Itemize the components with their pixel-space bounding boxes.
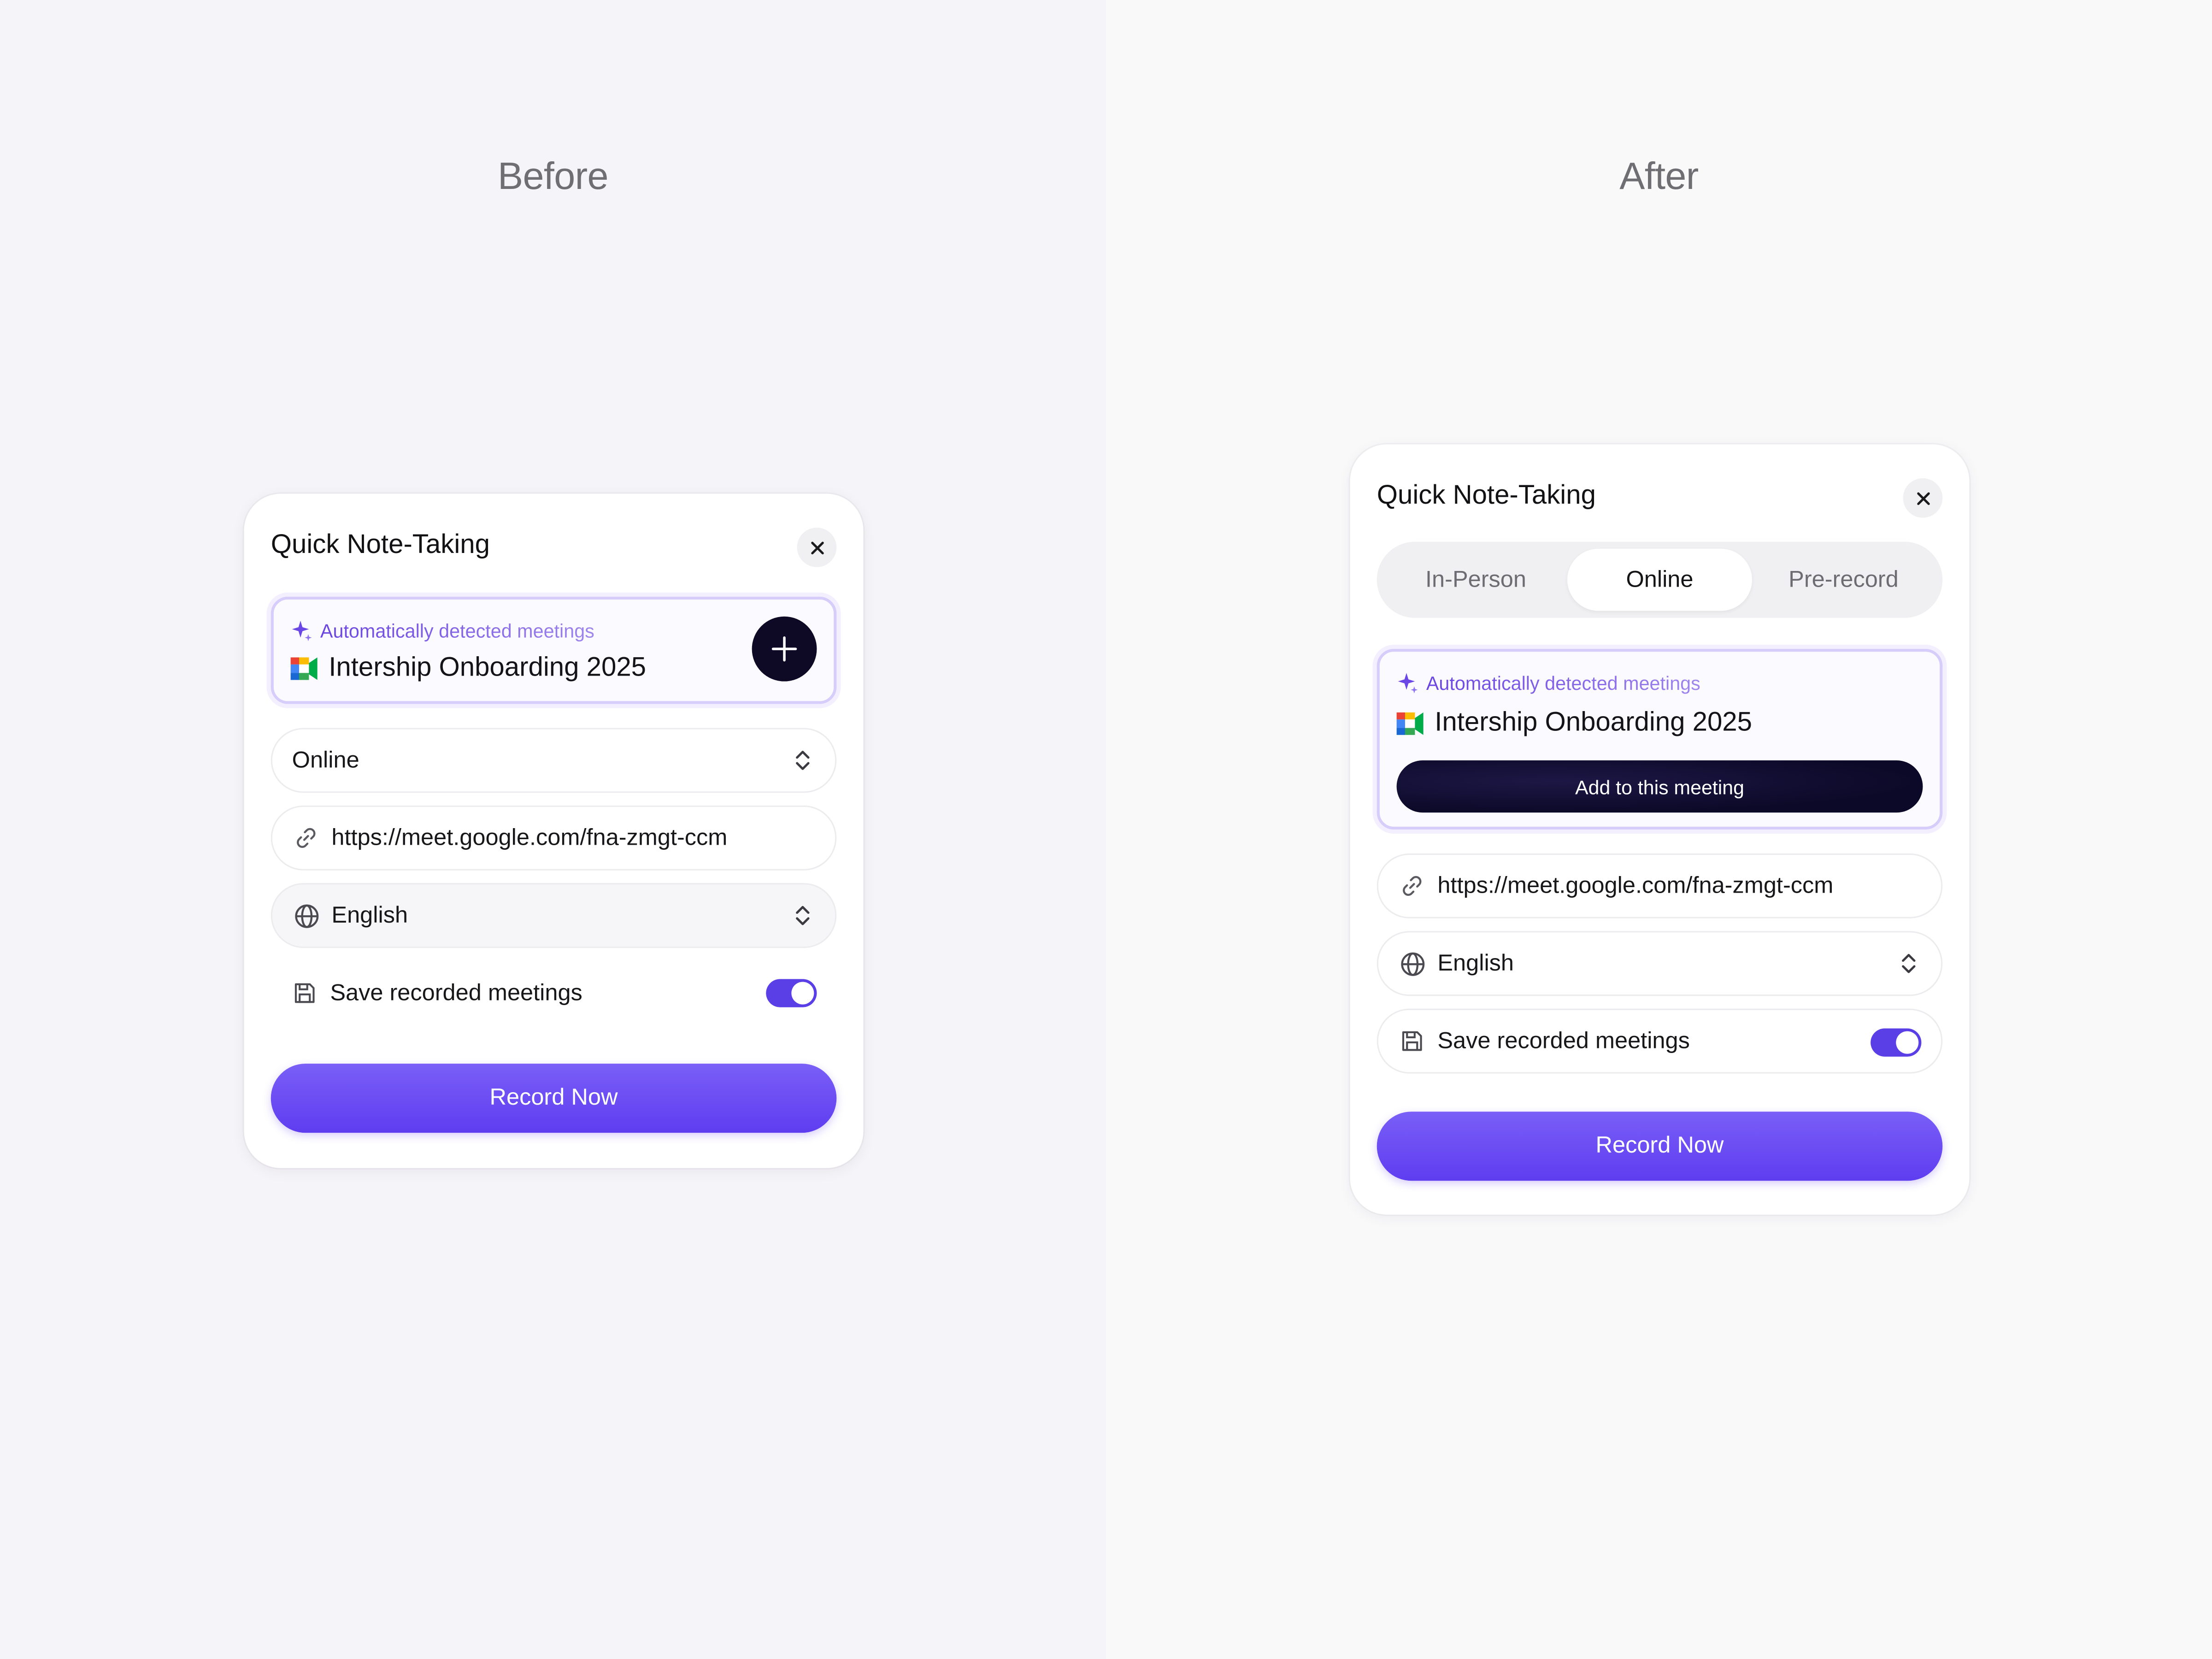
toggle-knob	[1896, 1031, 1919, 1054]
before-caption: Before	[498, 155, 608, 198]
quick-note-card-after: Quick Note-Taking In-Person Online Pre-r…	[1350, 444, 1970, 1215]
tab-online[interactable]: Online	[1567, 548, 1752, 611]
language-value: English	[1437, 950, 1514, 976]
globe-icon	[1398, 949, 1426, 977]
save-recorded-row: Save recorded meetings	[1377, 1008, 1943, 1074]
google-meet-icon	[1396, 712, 1424, 735]
close-button[interactable]	[1903, 478, 1943, 518]
chevron-updown-icon	[796, 751, 810, 770]
save-recorded-label: Save recorded meetings	[330, 980, 582, 1006]
sparkle-icon	[292, 620, 312, 641]
card-title: Quick Note-Taking	[1377, 481, 1596, 511]
google-meet-icon	[290, 657, 318, 680]
link-icon	[1398, 872, 1426, 900]
toggle-knob	[791, 982, 814, 1005]
add-meeting-plus-button[interactable]	[752, 616, 817, 682]
meeting-mode-select[interactable]: Online	[271, 728, 837, 793]
record-now-button[interactable]: Record Now	[1377, 1112, 1943, 1181]
close-button[interactable]	[797, 527, 837, 567]
save-icon	[1398, 1027, 1426, 1055]
chevron-updown-icon	[796, 906, 810, 925]
language-select[interactable]: English	[1377, 931, 1943, 996]
close-icon	[810, 541, 824, 554]
detected-label: Automatically detected meetings	[291, 619, 594, 642]
link-icon	[292, 824, 320, 852]
meeting-mode-tabs: In-Person Online Pre-record	[1377, 541, 1943, 618]
meeting-link-value: https://meet.google.com/fna-zmgt-ccm	[1437, 872, 1834, 898]
card-title: Quick Note-Taking	[271, 530, 490, 560]
record-now-button[interactable]: Record Now	[271, 1064, 837, 1133]
save-recorded-row: Save recorded meetings	[271, 961, 837, 1026]
save-recorded-toggle[interactable]	[766, 979, 817, 1007]
save-icon	[291, 979, 319, 1007]
after-panel: After Quick Note-Taking In-Person Online…	[1106, 0, 2212, 1659]
close-icon	[1916, 491, 1930, 505]
save-recorded-label: Save recorded meetings	[1437, 1028, 1690, 1053]
language-value: English	[331, 902, 408, 928]
sparkle-icon	[1398, 673, 1418, 694]
meeting-mode-value: Online	[292, 747, 359, 773]
globe-icon	[292, 901, 320, 930]
detected-label: Automatically detected meetings	[1397, 671, 1700, 694]
tab-in-person[interactable]: In-Person	[1384, 549, 1568, 611]
save-recorded-toggle[interactable]	[1871, 1028, 1922, 1057]
quick-note-card-before: Quick Note-Taking Automatically detected…	[244, 494, 864, 1168]
tab-pre-record[interactable]: Pre-record	[1752, 549, 1936, 611]
chevron-updown-icon	[1902, 953, 1916, 973]
detected-meeting-box: Automatically detected meetings Intershi…	[271, 596, 837, 704]
after-caption: After	[1619, 155, 1699, 198]
meeting-link-field[interactable]: https://meet.google.com/fna-zmgt-ccm	[1377, 853, 1943, 918]
detected-meeting-name: Intership Onboarding 2025	[1396, 708, 1752, 739]
meeting-link-value: https://meet.google.com/fna-zmgt-ccm	[331, 824, 728, 850]
detected-meeting-name: Intership Onboarding 2025	[290, 653, 646, 684]
comparison-stage: Before Quick Note-Taking Automatically d…	[0, 0, 2212, 1659]
detected-meeting-box: Automatically detected meetings Intershi…	[1377, 649, 1943, 830]
add-to-meeting-button[interactable]: Add to this meeting	[1396, 760, 1923, 813]
meeting-link-field[interactable]: https://meet.google.com/fna-zmgt-ccm	[271, 805, 837, 871]
plus-icon	[771, 636, 797, 662]
before-panel: Before Quick Note-Taking Automatically d…	[0, 0, 1106, 1659]
language-select[interactable]: English	[271, 883, 837, 948]
